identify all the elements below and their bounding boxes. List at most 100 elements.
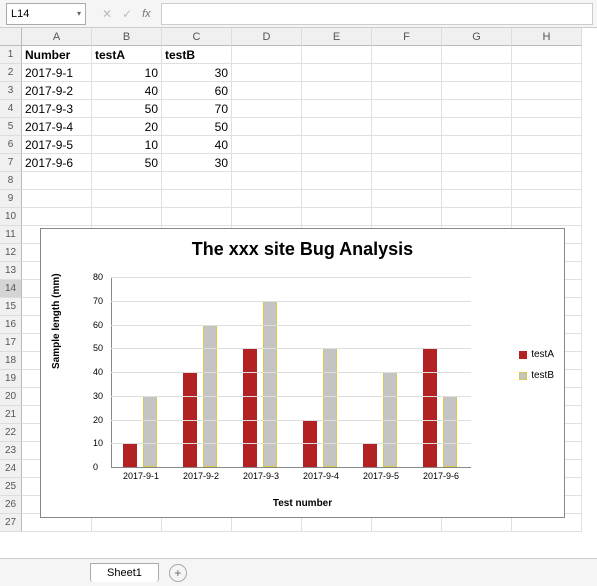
cell[interactable] xyxy=(512,118,582,136)
cell[interactable] xyxy=(442,64,512,82)
row-header[interactable]: 26 xyxy=(0,496,22,514)
cell[interactable] xyxy=(302,82,372,100)
row-header[interactable]: 6 xyxy=(0,136,22,154)
cell[interactable] xyxy=(232,208,302,226)
cell[interactable] xyxy=(512,154,582,172)
row-header[interactable]: 27 xyxy=(0,514,22,532)
row-header[interactable]: 10 xyxy=(0,208,22,226)
cell[interactable]: 10 xyxy=(92,136,162,154)
cell[interactable] xyxy=(442,154,512,172)
cell[interactable] xyxy=(442,172,512,190)
cell[interactable] xyxy=(162,190,232,208)
cell[interactable]: 60 xyxy=(162,82,232,100)
row-header[interactable]: 13 xyxy=(0,262,22,280)
cell[interactable] xyxy=(92,190,162,208)
row-header[interactable]: 1 xyxy=(0,46,22,64)
spreadsheet-grid[interactable]: ABCDEFGH 1NumbertestAtestB22017-9-110303… xyxy=(0,28,597,558)
column-header[interactable]: A xyxy=(22,28,92,46)
cell[interactable]: 40 xyxy=(162,136,232,154)
row-header[interactable]: 15 xyxy=(0,298,22,316)
column-header[interactable]: G xyxy=(442,28,512,46)
cell[interactable]: 2017-9-4 xyxy=(22,118,92,136)
row-header[interactable]: 2 xyxy=(0,64,22,82)
row-header[interactable]: 21 xyxy=(0,406,22,424)
sheet-tab-active[interactable]: Sheet1 xyxy=(90,563,159,582)
cell[interactable]: 30 xyxy=(162,154,232,172)
cell[interactable] xyxy=(92,208,162,226)
row-header[interactable]: 17 xyxy=(0,334,22,352)
cell[interactable] xyxy=(162,208,232,226)
cell[interactable] xyxy=(302,154,372,172)
name-box[interactable]: L14 ▾ xyxy=(6,3,86,25)
cell[interactable] xyxy=(442,208,512,226)
cell[interactable] xyxy=(302,190,372,208)
cell[interactable] xyxy=(442,46,512,64)
cell[interactable]: 2017-9-1 xyxy=(22,64,92,82)
cell[interactable] xyxy=(512,208,582,226)
row-header[interactable]: 3 xyxy=(0,82,22,100)
column-header[interactable]: E xyxy=(302,28,372,46)
cell[interactable] xyxy=(232,64,302,82)
row-header[interactable]: 4 xyxy=(0,100,22,118)
cell[interactable] xyxy=(232,100,302,118)
cell[interactable] xyxy=(512,82,582,100)
row-header[interactable]: 5 xyxy=(0,118,22,136)
cell[interactable]: Number xyxy=(22,46,92,64)
cell[interactable] xyxy=(512,64,582,82)
cell[interactable] xyxy=(372,154,442,172)
cell[interactable]: 50 xyxy=(92,154,162,172)
cell[interactable] xyxy=(372,64,442,82)
cell[interactable]: testB xyxy=(162,46,232,64)
cell[interactable] xyxy=(512,100,582,118)
cancel-icon[interactable]: ✕ xyxy=(102,7,112,21)
cell[interactable] xyxy=(372,82,442,100)
column-header[interactable]: F xyxy=(372,28,442,46)
cell[interactable]: testA xyxy=(92,46,162,64)
add-sheet-button[interactable]: + xyxy=(169,564,187,582)
cell[interactable] xyxy=(302,100,372,118)
cell[interactable] xyxy=(92,172,162,190)
cell[interactable] xyxy=(232,118,302,136)
cell[interactable] xyxy=(512,172,582,190)
cell[interactable] xyxy=(22,172,92,190)
row-header[interactable]: 25 xyxy=(0,478,22,496)
cell[interactable]: 70 xyxy=(162,100,232,118)
cell[interactable] xyxy=(302,46,372,64)
row-header[interactable]: 11 xyxy=(0,226,22,244)
cell[interactable] xyxy=(232,190,302,208)
embedded-chart[interactable]: The xxx site Bug Analysis Sample length … xyxy=(40,228,565,518)
cell[interactable]: 2017-9-5 xyxy=(22,136,92,154)
cell[interactable]: 2017-9-2 xyxy=(22,82,92,100)
row-header[interactable]: 14 xyxy=(0,280,22,298)
cell[interactable] xyxy=(232,172,302,190)
enter-icon[interactable]: ✓ xyxy=(122,7,132,21)
cell[interactable] xyxy=(232,136,302,154)
cell[interactable] xyxy=(22,190,92,208)
row-header[interactable]: 16 xyxy=(0,316,22,334)
row-header[interactable]: 18 xyxy=(0,352,22,370)
column-header[interactable]: D xyxy=(232,28,302,46)
cell[interactable]: 50 xyxy=(162,118,232,136)
cell[interactable]: 2017-9-3 xyxy=(22,100,92,118)
cell[interactable] xyxy=(442,118,512,136)
cell[interactable] xyxy=(442,136,512,154)
cell[interactable] xyxy=(302,136,372,154)
column-header[interactable]: C xyxy=(162,28,232,46)
select-all-corner[interactable] xyxy=(0,28,22,46)
row-header[interactable]: 19 xyxy=(0,370,22,388)
row-header[interactable]: 7 xyxy=(0,154,22,172)
cell[interactable] xyxy=(162,172,232,190)
cell[interactable] xyxy=(302,172,372,190)
cell[interactable] xyxy=(302,118,372,136)
cell[interactable]: 40 xyxy=(92,82,162,100)
cell[interactable] xyxy=(372,190,442,208)
cell[interactable] xyxy=(372,136,442,154)
cell[interactable]: 30 xyxy=(162,64,232,82)
cell[interactable] xyxy=(22,208,92,226)
cell[interactable]: 50 xyxy=(92,100,162,118)
chevron-down-icon[interactable]: ▾ xyxy=(77,9,81,18)
cell[interactable] xyxy=(232,82,302,100)
row-header[interactable]: 24 xyxy=(0,460,22,478)
cell[interactable] xyxy=(372,208,442,226)
row-header[interactable]: 8 xyxy=(0,172,22,190)
